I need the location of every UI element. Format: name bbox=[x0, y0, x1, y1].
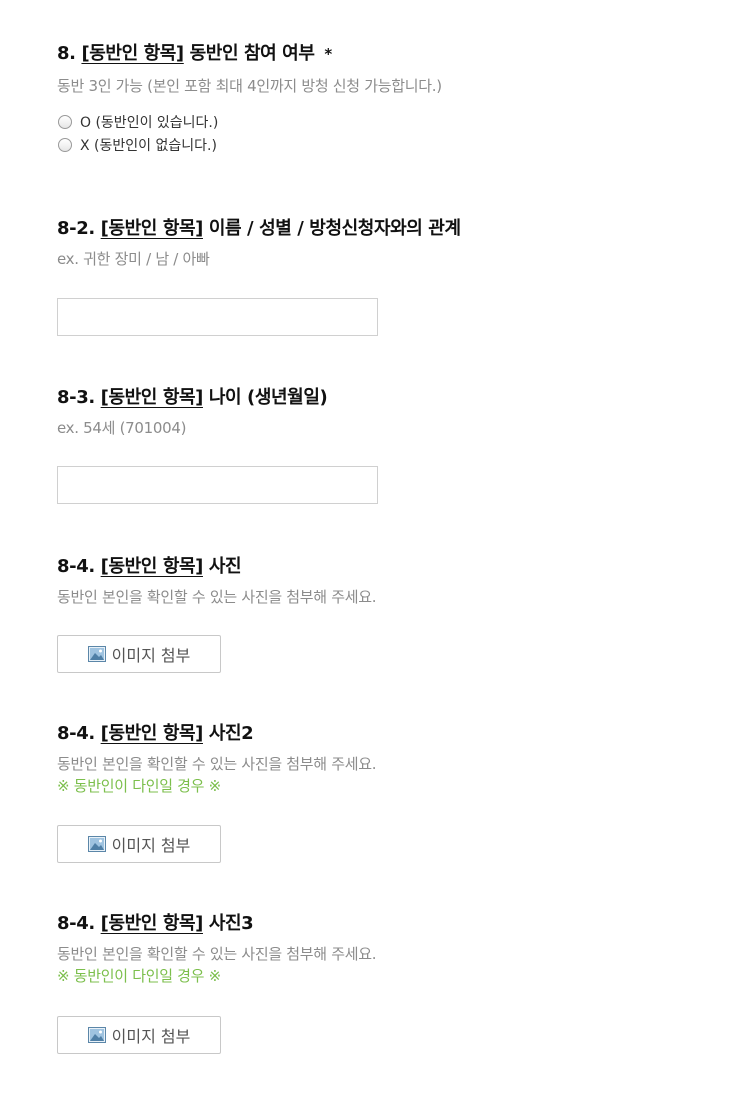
question-title: 8-4. [동반인 항목] 사진2 bbox=[57, 721, 697, 747]
question-tag: [동반인 항목] bbox=[100, 913, 204, 934]
question-note: ※ 동반인이 다인일 경우 ※ bbox=[57, 777, 221, 795]
question-number: 8-3. bbox=[57, 387, 95, 408]
question-number: 8-4. bbox=[57, 723, 95, 744]
question-number: 8-4. bbox=[57, 913, 95, 934]
question-tag: [동반인 항목] bbox=[100, 387, 204, 408]
question-label: 사진2 bbox=[208, 723, 254, 744]
companion-age-input[interactable] bbox=[57, 466, 378, 504]
question-label: 사진 bbox=[208, 556, 242, 577]
question-label: 나이 (생년월일) bbox=[208, 387, 328, 408]
question-number: 8-4. bbox=[57, 556, 95, 577]
question-number: 8. bbox=[57, 43, 76, 64]
attach-image-label: 이미지 첨부 bbox=[111, 1027, 191, 1046]
question-title: 8-2. [동반인 항목] 이름 / 성별 / 방청신청자와의 관계 bbox=[57, 216, 697, 242]
radio-label: X (동반인이 없습니다.) bbox=[80, 137, 217, 154]
attach-image-label: 이미지 첨부 bbox=[111, 836, 191, 855]
question-companion-photo-2: 8-4. [동반인 항목] 사진2 동반인 본인을 확인할 수 있는 사진을 첨… bbox=[57, 721, 697, 797]
attach-image-button-2[interactable]: 이미지 첨부 bbox=[57, 825, 221, 863]
image-icon bbox=[87, 836, 106, 852]
question-number: 8-2. bbox=[57, 218, 95, 239]
image-icon bbox=[87, 646, 106, 662]
question-description: 동반인 본인을 확인할 수 있는 사진을 첨부해 주세요. bbox=[57, 755, 377, 773]
question-title: 8-4. [동반인 항목] 사진3 bbox=[57, 911, 697, 937]
radio-group: O (동반인이 있습니다.) X (동반인이 없습니다.) bbox=[57, 110, 697, 156]
question-description: ex. 54세 (701004) bbox=[57, 419, 187, 437]
question-description: 동반 3인 가능 (본인 포함 최대 4인까지 방청 신청 가능합니다.) bbox=[57, 77, 442, 95]
attach-image-label: 이미지 첨부 bbox=[111, 646, 191, 665]
radio-button[interactable] bbox=[58, 114, 72, 129]
question-companion-photo: 8-4. [동반인 항목] 사진 동반인 본인을 확인할 수 있는 사진을 첨부… bbox=[57, 554, 697, 608]
question-companion-name: 8-2. [동반인 항목] 이름 / 성별 / 방청신청자와의 관계 ex. 귀… bbox=[57, 216, 697, 270]
attach-image-button-3[interactable]: 이미지 첨부 bbox=[57, 1016, 221, 1054]
question-title: 8-3. [동반인 항목] 나이 (생년월일) bbox=[57, 385, 697, 411]
radio-button[interactable] bbox=[58, 137, 72, 152]
question-description: 동반인 본인을 확인할 수 있는 사진을 첨부해 주세요. bbox=[57, 588, 377, 606]
question-tag: [동반인 항목] bbox=[100, 723, 204, 744]
radio-label: O (동반인이 있습니다.) bbox=[80, 114, 219, 131]
radio-option-yes[interactable]: O (동반인이 있습니다.) bbox=[57, 110, 697, 133]
question-title: 8-4. [동반인 항목] 사진 bbox=[57, 554, 697, 580]
companion-name-input[interactable] bbox=[57, 298, 378, 336]
question-label: 이름 / 성별 / 방청신청자와의 관계 bbox=[208, 218, 461, 239]
required-mark: * bbox=[324, 45, 332, 63]
radio-option-no[interactable]: X (동반인이 없습니다.) bbox=[57, 133, 697, 156]
question-companion-photo-3: 8-4. [동반인 항목] 사진3 동반인 본인을 확인할 수 있는 사진을 첨… bbox=[57, 911, 697, 987]
question-label: 동반인 참여 여부 bbox=[189, 43, 315, 64]
question-description: 동반인 본인을 확인할 수 있는 사진을 첨부해 주세요. bbox=[57, 945, 377, 963]
question-label: 사진3 bbox=[208, 913, 254, 934]
question-tag: [동반인 항목] bbox=[100, 556, 204, 577]
question-tag: [동반인 항목] bbox=[81, 43, 184, 64]
question-description: ex. 귀한 장미 / 남 / 아빠 bbox=[57, 250, 210, 268]
question-companion-participation: 8. [동반인 항목] 동반인 참여 여부 * 동반 3인 가능 (본인 포함 … bbox=[57, 41, 697, 156]
attach-image-button[interactable]: 이미지 첨부 bbox=[57, 635, 221, 673]
question-companion-age: 8-3. [동반인 항목] 나이 (생년월일) ex. 54세 (701004) bbox=[57, 385, 697, 439]
image-icon bbox=[87, 1027, 106, 1043]
question-tag: [동반인 항목] bbox=[100, 218, 204, 239]
question-title: 8. [동반인 항목] 동반인 참여 여부 * bbox=[57, 41, 697, 67]
question-note: ※ 동반인이 다인일 경우 ※ bbox=[57, 967, 221, 985]
